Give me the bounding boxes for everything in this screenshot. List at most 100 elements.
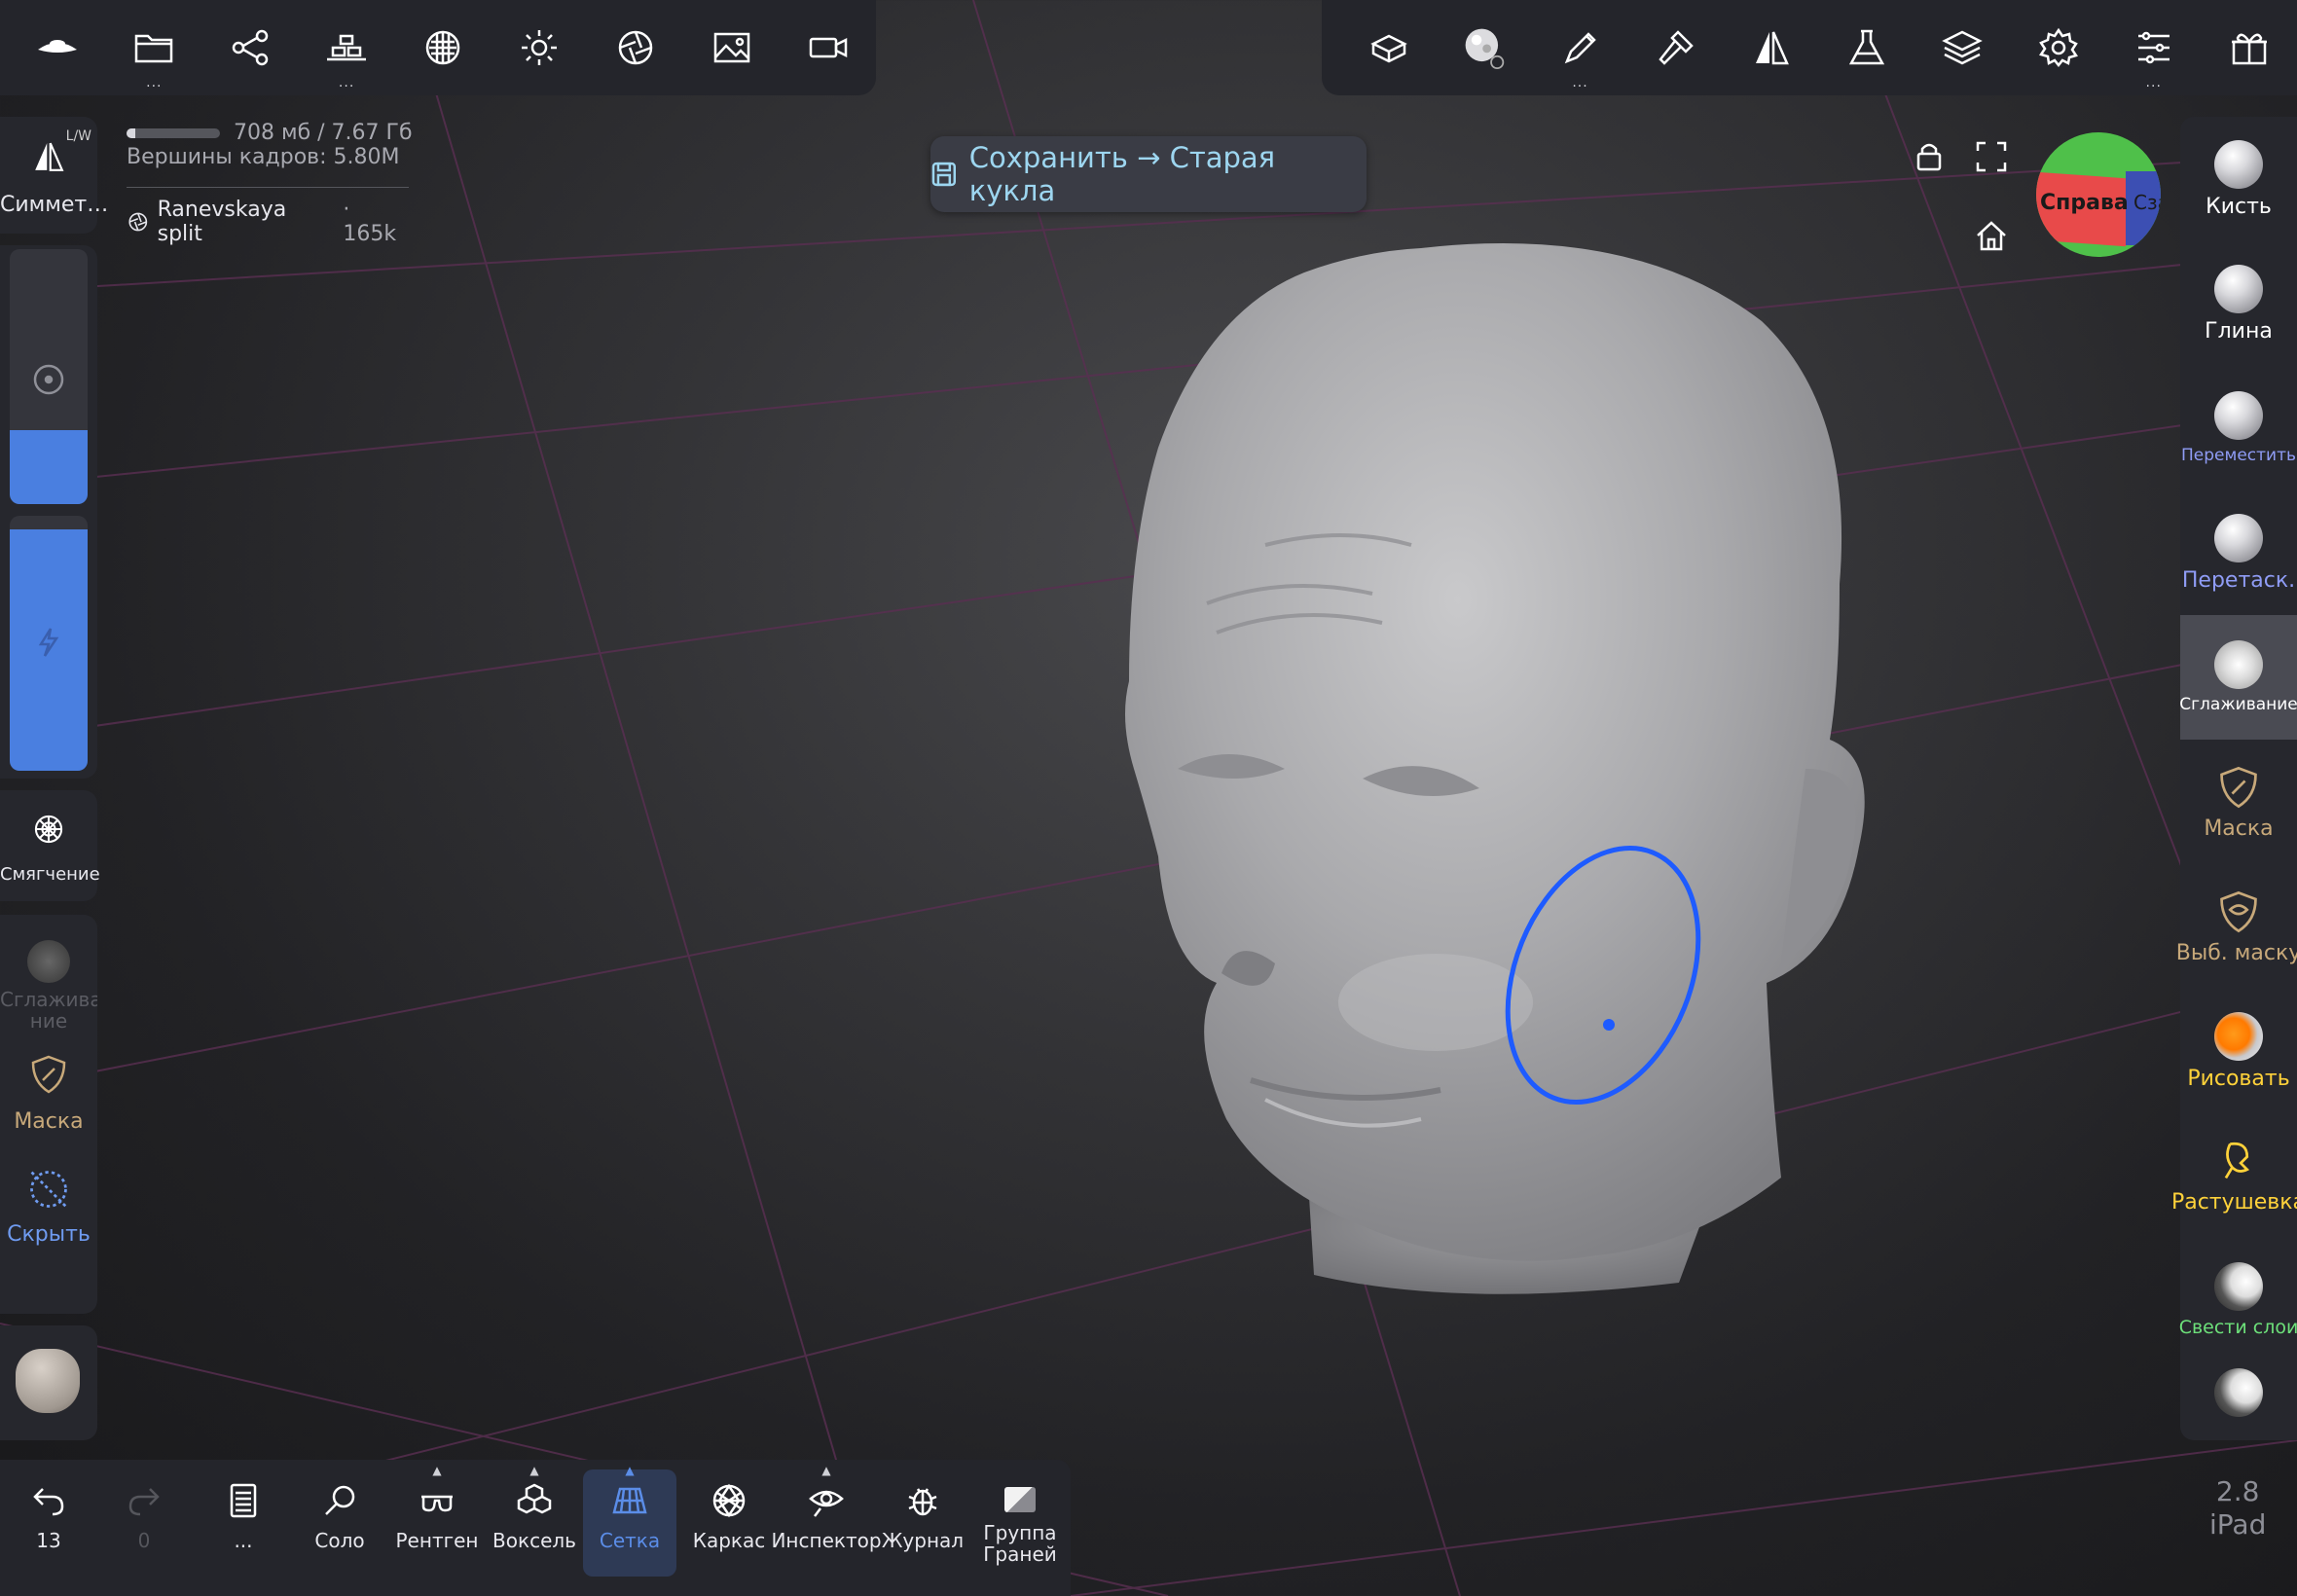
xray-button[interactable]: ▲ Рентген — [390, 1464, 484, 1577]
lock-icon[interactable] — [1912, 139, 1947, 174]
tool-paint[interactable]: Рисовать — [2180, 989, 2297, 1113]
tool-label: Перетаск. — [2181, 567, 2296, 593]
fullscreen-icon[interactable] — [1974, 139, 2009, 174]
tool-clay[interactable]: Глина — [2180, 241, 2297, 366]
face-group-button[interactable]: Группа Граней — [973, 1469, 1067, 1577]
undo-icon — [33, 1488, 64, 1516]
drag-tool-icon — [2214, 513, 2263, 562]
sliders-icon[interactable]: ... — [2106, 0, 2202, 95]
symmetry-icon — [35, 142, 64, 171]
vertex-count: Вершины кадров: 5.80M — [127, 145, 400, 169]
brush-preview-icon[interactable] — [1437, 0, 1532, 95]
inspector-label: Инспектор — [771, 1529, 882, 1552]
smoothing-label: Смягчение — [0, 864, 100, 885]
flask-icon[interactable] — [1819, 0, 1914, 95]
shortcut-hide-label: Скрыть — [7, 1222, 91, 1247]
tool-brush[interactable]: Кисть — [2180, 117, 2297, 241]
save-button[interactable]: Сохранить → Старая кукла — [930, 136, 1367, 212]
symmetry-panel[interactable]: L/W Симмет… — [0, 117, 109, 234]
more-dots: ... — [338, 75, 355, 91]
camera-filters-icon[interactable] — [587, 0, 683, 95]
undo-button[interactable]: 13 — [2, 1469, 95, 1577]
inspector-button[interactable]: ▲ Инспектор — [771, 1464, 881, 1577]
tool-palette: Кисть Глина Переместить Перетаск. Сглажи… — [2171, 117, 2297, 1440]
tool-smooth[interactable]: Сглаживание — [2179, 615, 2297, 740]
light-icon[interactable] — [491, 0, 587, 95]
top-right-toolbar: ... ... — [1322, 0, 2297, 95]
tool-more[interactable] — [2180, 1345, 2297, 1440]
version-label: 2.8 iPad — [2209, 1475, 2266, 1542]
brush-tool-icon — [2214, 139, 2263, 189]
material-icon[interactable] — [395, 0, 492, 95]
settings-icon[interactable] — [2010, 0, 2105, 95]
share-icon[interactable] — [202, 0, 299, 95]
face-group-label: Группа Граней — [983, 1521, 1057, 1566]
solo-button[interactable]: Соло — [293, 1469, 386, 1577]
pencil-icon[interactable]: ... — [1532, 0, 1627, 95]
eye-icon[interactable] — [10, 0, 106, 95]
voxel-button[interactable]: ▲ Воксель — [488, 1464, 581, 1577]
tool-select-mask[interactable]: Выб. маску — [2176, 864, 2297, 989]
shortcut-mask-label: Маска — [14, 1109, 84, 1134]
more-dots: ... — [2145, 75, 2162, 91]
shortcut-hide[interactable]: Скрыть — [0, 1158, 97, 1255]
xray-label: Рентген — [395, 1529, 479, 1552]
symmetry-label: Симмет… — [0, 193, 109, 217]
video-camera-icon[interactable] — [780, 0, 876, 95]
save-button-label: Сохранить → Старая кукла — [968, 141, 1276, 207]
wireframe-button[interactable]: Каркас — [682, 1469, 776, 1577]
layers-icon[interactable] — [1914, 0, 2010, 95]
tool-label: Переместить — [2181, 446, 2296, 465]
radius-slider[interactable] — [10, 249, 88, 504]
tool-move[interactable]: Переместить — [2180, 366, 2297, 490]
redo-icon — [128, 1488, 160, 1516]
redo-button[interactable]: 0 — [97, 1469, 191, 1577]
caret-up-icon: ▲ — [625, 1464, 635, 1477]
shortcut-smoothing-label: Сглажива ние — [0, 988, 97, 1033]
smoothing-toggle[interactable]: Смягчение — [0, 790, 100, 901]
mesh-icon[interactable] — [1341, 0, 1437, 95]
move-tool-icon — [2214, 391, 2263, 440]
background-image-icon[interactable] — [683, 0, 780, 95]
folder-icon[interactable]: ... — [106, 0, 202, 95]
memory-bar-fill — [127, 127, 135, 138]
tool-mask[interactable]: Маска — [2180, 740, 2297, 864]
caret-up-icon: ▲ — [432, 1464, 442, 1477]
history-icon — [230, 1483, 257, 1518]
tool-label: Свести слои — [2178, 1317, 2297, 1338]
flatten-layers-icon — [2214, 1262, 2263, 1311]
web-icon — [34, 815, 63, 844]
tool-label: Глина — [2205, 318, 2273, 344]
history-button[interactable]: ... — [197, 1469, 290, 1577]
nav-cube-right-label: Справа — [2040, 191, 2129, 215]
navigation-cube[interactable]: Справа Сза — [2036, 132, 2161, 257]
intensity-slider[interactable] — [10, 516, 88, 771]
shortcut-smoothing[interactable]: Сглажива ние — [0, 926, 97, 1034]
matcap-thumbnail[interactable] — [0, 1325, 97, 1440]
tool-label: Маска — [2204, 816, 2274, 841]
tool-feather[interactable]: Растушевка — [2171, 1113, 2297, 1238]
voxel-label: Воксель — [492, 1529, 576, 1552]
shortcut-mask[interactable]: Маска — [0, 1043, 97, 1141]
log-label: Журнал — [881, 1529, 965, 1552]
memory-usage: 708 мб / 7.67 Гб — [234, 121, 413, 145]
tool-drag[interactable]: Перетаск. — [2180, 490, 2297, 615]
bug-icon — [908, 1488, 937, 1516]
clay-tool-icon — [2214, 264, 2263, 313]
log-button[interactable]: Журнал — [876, 1469, 969, 1577]
grid-button[interactable]: ▲ Сетка — [583, 1464, 676, 1577]
tool-flatten-layers[interactable]: Свести слои — [2178, 1238, 2297, 1362]
object-row[interactable]: Ranevskaya split · 165k — [127, 187, 409, 246]
save-icon — [931, 162, 957, 187]
symmetry-icon[interactable] — [1724, 0, 1819, 95]
brush-sliders-panel — [0, 245, 97, 779]
mask-icon — [2220, 766, 2257, 808]
nav-cube-back-label: Сза — [2133, 191, 2161, 214]
tool-label: Сглаживание — [2179, 695, 2297, 714]
scene-icon[interactable]: ... — [299, 0, 395, 95]
hammer-icon[interactable] — [1628, 0, 1724, 95]
gift-icon[interactable] — [2202, 0, 2297, 95]
inspector-icon — [809, 1490, 844, 1517]
redo-count: 0 — [137, 1529, 151, 1552]
home-icon[interactable] — [1974, 218, 2009, 253]
